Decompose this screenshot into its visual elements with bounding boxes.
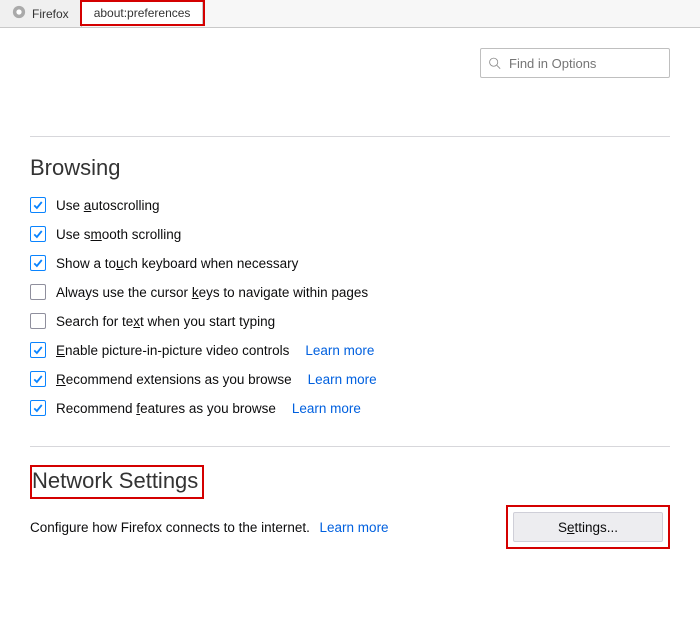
checkmark-icon xyxy=(32,373,44,385)
search-input[interactable] xyxy=(480,48,670,78)
highlight-box-settings-button: Settings... xyxy=(506,505,670,549)
network-row: Configure how Firefox connects to the in… xyxy=(30,505,670,549)
checkbox[interactable] xyxy=(30,400,46,416)
highlight-box-network-title: Network Settings xyxy=(30,465,204,499)
option-label[interactable]: Show a touch keyboard when necessary xyxy=(56,256,298,271)
section-divider xyxy=(30,136,670,137)
option-label-post: ooth scrolling xyxy=(102,227,182,242)
option-label-key: m xyxy=(91,227,102,242)
checkbox[interactable] xyxy=(30,371,46,387)
checkbox[interactable] xyxy=(30,284,46,300)
highlight-box-url: about:preferences xyxy=(80,0,206,26)
option-label-key: u xyxy=(116,256,124,271)
browsing-option-row: Use smooth scrolling xyxy=(30,226,670,242)
option-label-post: t when you start typing xyxy=(140,314,275,329)
search-icon xyxy=(488,57,501,70)
settings-button-post: ttings... xyxy=(575,520,619,535)
option-label-pre: Use s xyxy=(56,227,91,242)
option-label-post: utoscrolling xyxy=(91,198,159,213)
option-label-post: ch keyboard when necessary xyxy=(124,256,299,271)
option-label-pre: Search for te xyxy=(56,314,133,329)
option-label[interactable]: Search for text when you start typing xyxy=(56,314,275,329)
network-learn-more-link[interactable]: Learn more xyxy=(320,520,389,535)
option-label-post: eys to navigate within pages xyxy=(199,285,369,300)
option-label-post: nable picture-in-picture video controls xyxy=(65,343,289,358)
option-label-key: k xyxy=(192,285,199,300)
checkmark-icon xyxy=(32,344,44,356)
checkbox[interactable] xyxy=(30,255,46,271)
option-label[interactable]: Use smooth scrolling xyxy=(56,227,181,242)
checkmark-icon xyxy=(32,257,44,269)
preferences-content: Browsing Use autoscrolling Use smooth scr… xyxy=(0,28,700,549)
option-label[interactable]: Always use the cursor keys to navigate w… xyxy=(56,285,368,300)
learn-more-link[interactable]: Learn more xyxy=(308,372,377,387)
browsing-option-row: Enable picture-in-picture video controls… xyxy=(30,342,670,358)
settings-button-pre: S xyxy=(558,520,567,535)
network-desc-wrap: Configure how Firefox connects to the in… xyxy=(30,520,389,535)
browsing-option-row: Recommend extensions as you browse Learn … xyxy=(30,371,670,387)
option-label[interactable]: Enable picture-in-picture video controls xyxy=(56,343,289,358)
option-label[interactable]: Recommend extensions as you browse xyxy=(56,372,292,387)
browsing-option-row: Show a touch keyboard when necessary xyxy=(30,255,670,271)
option-label-pre: Show a to xyxy=(56,256,116,271)
option-label[interactable]: Use autoscrolling xyxy=(56,198,160,213)
tab-url[interactable]: about:preferences xyxy=(82,2,204,24)
option-label-post: ecommend extensions as you browse xyxy=(66,372,292,387)
checkmark-icon xyxy=(32,228,44,240)
settings-button-key: e xyxy=(567,520,575,535)
browsing-option-row: Always use the cursor keys to navigate w… xyxy=(30,284,670,300)
learn-more-link[interactable]: Learn more xyxy=(305,343,374,358)
option-label-post: eatures as you browse xyxy=(140,401,276,416)
option-label-key: E xyxy=(56,343,65,358)
tab-firefox[interactable]: Firefox xyxy=(0,0,82,27)
browsing-options: Use autoscrolling Use smooth scrolling Sho… xyxy=(30,197,670,416)
option-label-pre: Use xyxy=(56,198,84,213)
browsing-option-row: Use autoscrolling xyxy=(30,197,670,213)
checkmark-icon xyxy=(32,402,44,414)
checkbox[interactable] xyxy=(30,313,46,329)
firefox-logo-icon xyxy=(12,5,26,22)
learn-more-link[interactable]: Learn more xyxy=(292,401,361,416)
browsing-heading: Browsing xyxy=(30,155,670,181)
checkbox[interactable] xyxy=(30,342,46,358)
url-text: about:preferences xyxy=(94,6,191,20)
option-label[interactable]: Recommend features as you browse xyxy=(56,401,276,416)
tab-label: Firefox xyxy=(32,7,69,21)
checkbox[interactable] xyxy=(30,226,46,242)
checkmark-icon xyxy=(32,199,44,211)
browsing-option-row: Recommend features as you browse Learn mo… xyxy=(30,400,670,416)
section-divider xyxy=(30,446,670,447)
network-block: Network Settings Configure how Firefox c… xyxy=(30,446,670,549)
network-settings-button[interactable]: Settings... xyxy=(513,512,663,542)
search-row xyxy=(30,48,670,78)
option-label-pre: Recommend xyxy=(56,401,136,416)
checkbox[interactable] xyxy=(30,197,46,213)
network-description: Configure how Firefox connects to the in… xyxy=(30,520,310,535)
option-label-key: R xyxy=(56,372,66,387)
search-wrap xyxy=(480,48,670,78)
browsing-option-row: Search for text when you start typing xyxy=(30,313,670,329)
tab-strip: Firefox about:preferences xyxy=(0,0,700,28)
network-heading: Network Settings xyxy=(32,468,198,494)
option-label-pre: Always use the cursor xyxy=(56,285,192,300)
